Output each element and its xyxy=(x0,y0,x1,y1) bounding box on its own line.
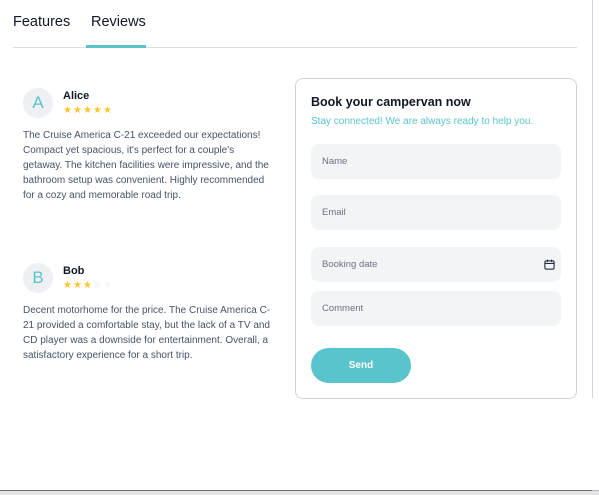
comment-field[interactable]: Comment xyxy=(311,291,561,326)
rating-stars: ★ ★ ★ ★ ★ xyxy=(63,105,112,116)
name-placeholder: Name xyxy=(322,156,348,167)
booking-date-placeholder: Booking date xyxy=(322,259,378,270)
booking-form: Book your campervan now Stay connected! … xyxy=(295,78,577,399)
star-filled-icon: ★ xyxy=(63,280,72,291)
email-field[interactable]: Email xyxy=(311,195,561,230)
review-text: The Cruise America C-21 exceeded our exp… xyxy=(23,130,269,201)
star-filled-icon: ★ xyxy=(93,105,102,116)
reviewer-name: Alice xyxy=(63,90,90,102)
tab-features[interactable]: Features xyxy=(13,14,70,30)
name-field[interactable]: Name xyxy=(311,144,561,179)
page: Features Reviews A Alice ★ ★ ★ ★ ★ The Cruis… xyxy=(0,0,592,490)
star-empty-icon: ★ xyxy=(93,280,102,291)
star-filled-icon: ★ xyxy=(103,105,112,116)
star-filled-icon: ★ xyxy=(73,105,82,116)
star-filled-icon: ★ xyxy=(83,105,92,116)
comment-placeholder: Comment xyxy=(322,303,364,314)
tab-bar: Features Reviews xyxy=(13,0,577,48)
tab-reviews[interactable]: Reviews xyxy=(91,14,146,30)
booking-title: Book your campervan now xyxy=(311,95,471,109)
booking-date-field[interactable]: Booking date xyxy=(311,247,561,282)
reviewer-name: Bob xyxy=(63,265,85,277)
avatar: A xyxy=(23,88,53,118)
review-text: Decent motorhome for the price. The Crui… xyxy=(23,305,271,361)
email-placeholder: Email xyxy=(322,207,346,218)
star-filled-icon: ★ xyxy=(73,280,82,291)
send-button[interactable]: Send xyxy=(311,348,411,383)
rating-stars: ★ ★ ★ ★ ★ xyxy=(63,280,112,291)
avatar: B xyxy=(23,263,53,293)
star-filled-icon: ★ xyxy=(83,280,92,291)
active-tab-indicator xyxy=(86,45,146,48)
calendar-icon[interactable] xyxy=(544,259,555,270)
scroll-edge xyxy=(592,0,593,398)
window-bottom-edge xyxy=(0,490,599,495)
star-filled-icon: ★ xyxy=(63,105,72,116)
booking-subtitle: Stay connected! We are always ready to h… xyxy=(311,116,534,127)
star-empty-icon: ★ xyxy=(103,280,112,291)
